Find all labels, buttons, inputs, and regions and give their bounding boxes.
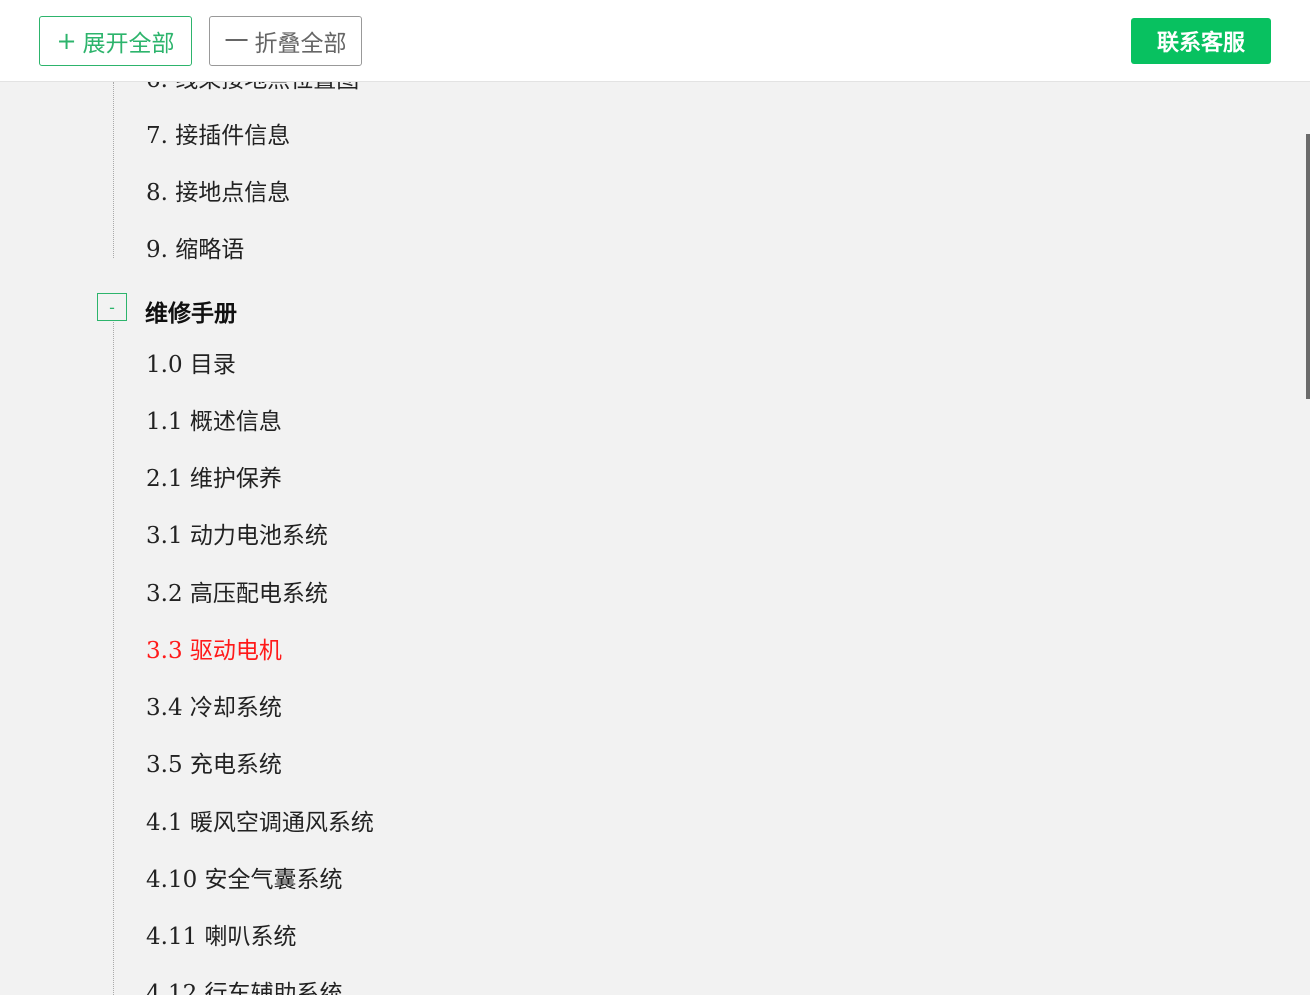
tree-item-ground-point-info[interactable]: 8. 接地点信息 — [146, 179, 290, 207]
tree-item-charging[interactable]: 3.5 充电系统 — [146, 751, 282, 779]
tree-guide-line — [113, 82, 114, 258]
section-collapse-toggle[interactable]: - — [97, 293, 127, 321]
tree-item-connector-info[interactable]: 7. 接插件信息 — [146, 122, 290, 150]
section-title-repair-manual[interactable]: 维修手册 — [145, 294, 237, 328]
tree-item-airbag[interactable]: 4.10 安全气囊系统 — [146, 866, 343, 894]
scrollbar-thumb[interactable] — [1306, 134, 1310, 399]
tree-item-hv-distribution[interactable]: 3.2 高压配电系统 — [146, 580, 328, 608]
plus-icon: + — [56, 29, 76, 53]
tree-item-hvac[interactable]: 4.1 暖风空调通风系统 — [146, 809, 374, 837]
tree-item-drive-motor[interactable]: 3.3 驱动电机 — [146, 637, 282, 665]
tree-guide-line — [113, 322, 114, 995]
tree-item-abbreviations[interactable]: 9. 缩略语 — [146, 236, 244, 264]
contact-support-button[interactable]: 联系客服 — [1131, 18, 1271, 64]
catalog-tree: 6. 线束接地点位置图 7. 接插件信息 8. 接地点信息 9. 缩略语 - 维… — [0, 0, 1306, 995]
tree-item-power-battery[interactable]: 3.1 动力电池系统 — [146, 522, 328, 550]
minus-icon: 一 — [225, 29, 249, 53]
tree-item-overview[interactable]: 1.1 概述信息 — [146, 408, 282, 436]
collapse-all-button[interactable]: 一 折叠全部 — [209, 16, 362, 66]
tree-item-contents[interactable]: 1.0 目录 — [146, 351, 236, 379]
tree-item-driving-assist[interactable]: 4.12 行车辅助系统 — [146, 980, 343, 995]
tree-item-cooling[interactable]: 3.4 冷却系统 — [146, 694, 282, 722]
top-toolbar: + 展开全部 一 折叠全部 联系客服 — [0, 0, 1310, 82]
expand-all-label: 展开全部 — [83, 24, 175, 58]
tree-item-maintenance[interactable]: 2.1 维护保养 — [146, 465, 282, 493]
tree-item-horn[interactable]: 4.11 喇叭系统 — [146, 923, 297, 951]
collapse-all-label: 折叠全部 — [255, 24, 347, 58]
expand-all-button[interactable]: + 展开全部 — [39, 16, 192, 66]
